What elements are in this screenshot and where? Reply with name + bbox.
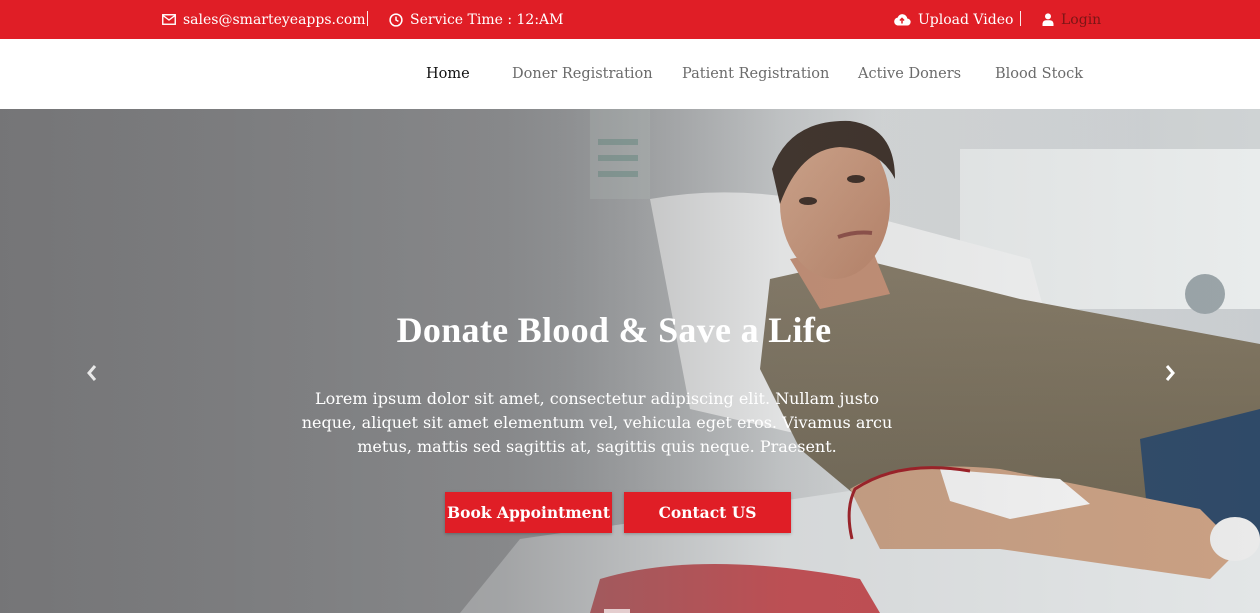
cloud-upload-icon xyxy=(893,13,911,26)
envelope-icon xyxy=(162,14,176,25)
user-icon xyxy=(1042,13,1054,26)
chevron-right-icon xyxy=(1160,365,1180,389)
topbar-divider xyxy=(367,11,368,26)
nav-item-active-doners[interactable]: Active Doners xyxy=(858,39,961,109)
login-link[interactable]: Login xyxy=(1042,0,1101,39)
hero-overlay xyxy=(0,109,1260,613)
email-contact[interactable]: sales@smarteyeapps.com xyxy=(162,0,366,39)
contact-us-button[interactable]: Contact US xyxy=(624,492,791,533)
upload-video-link[interactable]: Upload Video xyxy=(893,0,1013,39)
login-text: Login xyxy=(1061,11,1102,28)
nav-item-home[interactable]: Home xyxy=(426,39,470,109)
email-text: sales@smarteyeapps.com xyxy=(183,11,366,28)
nav-item-doner-registration[interactable]: Doner Registration xyxy=(512,39,653,109)
carousel-indicator[interactable] xyxy=(604,609,630,613)
hero-description: Lorem ipsum dolor sit amet, consectetur … xyxy=(301,389,893,456)
carousel-prev-button[interactable] xyxy=(82,361,102,385)
chevron-left-icon xyxy=(82,365,102,389)
nav-item-blood-stock[interactable]: Blood Stock xyxy=(995,39,1083,109)
clock-icon xyxy=(389,12,403,27)
service-time: Service Time : 12:AM xyxy=(389,0,564,39)
topbar-divider xyxy=(1020,11,1021,26)
hero-carousel: Donate Blood & Save a Life Lorem ipsum d… xyxy=(0,109,1260,613)
nav-item-patient-registration[interactable]: Patient Registration xyxy=(682,39,829,109)
service-time-text: Service Time : 12:AM xyxy=(410,11,564,28)
hero-title: Donate Blood & Save a Life xyxy=(396,310,832,350)
top-bar: sales@smarteyeapps.com Service Time : 12… xyxy=(0,0,1260,39)
upload-video-text: Upload Video xyxy=(918,11,1014,28)
carousel-next-button[interactable] xyxy=(1160,361,1180,385)
main-nav: Home Doner Registration Patient Registra… xyxy=(0,39,1260,109)
book-appointment-button[interactable]: Book Appointment xyxy=(445,492,612,533)
